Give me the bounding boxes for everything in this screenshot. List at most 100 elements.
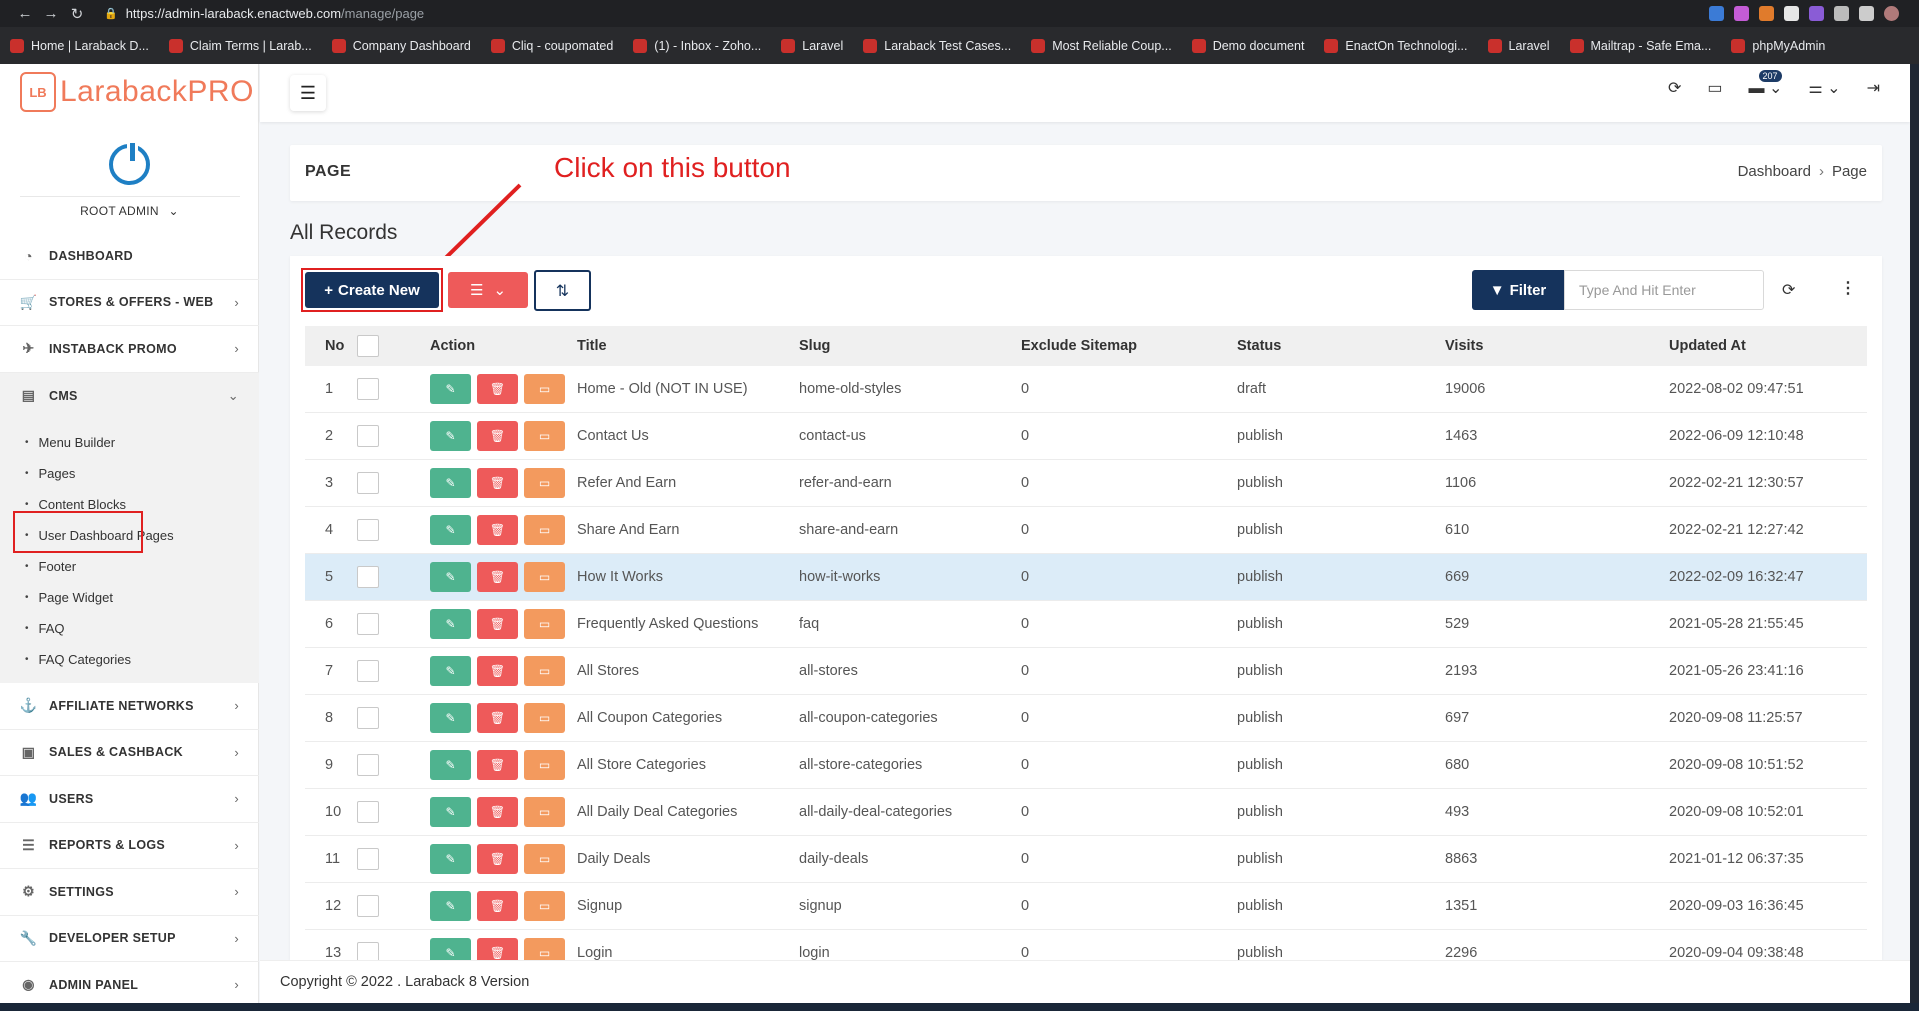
preview-button[interactable]: ▭ [524,515,565,545]
extension-icon[interactable] [1809,6,1824,21]
edit-button[interactable]: ✎ [430,938,471,960]
extension-icon[interactable] [1784,6,1799,21]
submenu-item[interactable]: Footer [0,551,259,582]
preview-button[interactable]: ▭ [524,703,565,733]
edit-button[interactable]: ✎ [430,844,471,874]
sort-button[interactable]: ⇅ [534,270,591,311]
sidebar-item-affiliate-networks[interactable]: ⚓ AFFILIATE NETWORKS › [0,683,259,730]
edit-button[interactable]: ✎ [430,703,471,733]
create-new-button[interactable]: + Create New [305,272,439,308]
delete-button[interactable]: 🗑 [477,844,518,874]
profile-avatar[interactable] [1884,6,1899,21]
address-bar[interactable]: 🔒 https://admin-laraback.enactweb.com/ma… [104,3,1404,24]
delete-button[interactable]: 🗑 [477,609,518,639]
scrollbar[interactable] [1910,64,1919,1011]
preview-button[interactable]: ▭ [524,562,565,592]
sidebar-item-users[interactable]: 👥 USERS › [0,776,259,823]
row-checkbox[interactable] [357,472,379,494]
edit-button[interactable]: ✎ [430,750,471,780]
bookmark-item[interactable]: Laraback Test Cases... [863,38,1011,53]
kebab-menu-icon[interactable]: ⋮ [1840,278,1856,298]
table-row[interactable]: 4 ✎ 🗑 ▭ Share And Earn share-and-earn 0 publish… [305,507,1867,554]
preview-button[interactable]: ▭ [524,844,565,874]
preview-button[interactable]: ▭ [524,797,565,827]
row-checkbox[interactable] [357,848,379,870]
sidebar-item-stores-offers-web[interactable]: 🛒 STORES & OFFERS - WEB › [0,280,259,326]
search-input[interactable] [1564,270,1764,310]
edit-button[interactable]: ✎ [430,515,471,545]
table-row[interactable]: 6 ✎ 🗑 ▭ Frequently Asked Questions faq 0 publis… [305,601,1867,648]
delete-button[interactable]: 🗑 [477,468,518,498]
row-checkbox[interactable] [357,707,379,729]
delete-button[interactable]: 🗑 [477,515,518,545]
refresh-icon[interactable]: ⟳ [1668,78,1681,98]
hamburger-icon[interactable]: ☰ [290,75,326,111]
delete-button[interactable]: 🗑 [477,421,518,451]
table-row[interactable]: 13 ✎ 🗑 ▭ Login login 0 publish 2296 2020-09-04 09… [305,930,1867,960]
back-icon[interactable]: ← [12,5,38,22]
logo[interactable]: LB LarabackPRO [20,72,254,112]
edit-button[interactable]: ✎ [430,891,471,921]
edit-button[interactable]: ✎ [430,609,471,639]
sidebar-item-sales-cashback[interactable]: ▣ SALES & CASHBACK › [0,730,259,776]
table-row[interactable]: 12 ✎ 🗑 ▭ Signup signup 0 publish 1351 2020-09-03 … [305,883,1867,930]
bulk-actions-button[interactable]: ☰ ⌄ [448,272,528,308]
table-row[interactable]: 5 ✎ 🗑 ▭ How It Works how-it-works 0 publish 669 2… [305,554,1867,601]
preview-button[interactable]: ▭ [524,656,565,686]
header-slug[interactable]: Slug [799,338,1021,354]
sidebar-item-dashboard[interactable]: ◔ DASHBOARD [0,233,259,280]
bookmark-item[interactable]: Most Reliable Coup... [1031,38,1172,53]
bookmark-item[interactable]: Laravel [781,38,843,53]
preview-button[interactable]: ▭ [524,374,565,404]
submenu-item[interactable]: Menu Builder [0,427,259,458]
delete-button[interactable]: 🗑 [477,703,518,733]
edit-button[interactable]: ✎ [430,562,471,592]
bookmark-item[interactable]: Mailtrap - Safe Ema... [1569,38,1711,53]
bookmark-item[interactable]: Demo document [1191,38,1304,53]
sidebar-item-developer-setup[interactable]: 🔧 DEVELOPER SETUP › [0,916,259,962]
delete-button[interactable]: 🗑 [477,656,518,686]
sidebar-item-admin-panel[interactable]: ◉ ADMIN PANEL › [0,962,259,1009]
table-row[interactable]: 1 ✎ 🗑 ▭ Home - Old (NOT IN USE) home-old-styl… [305,366,1867,413]
row-checkbox[interactable] [357,519,379,541]
bookmark-item[interactable]: Laravel [1487,38,1550,53]
settings-sliders-icon[interactable]: ⚌ ⌄ [1808,78,1840,98]
user-menu[interactable]: ROOT ADMIN ⌄ [0,204,259,218]
extension-icon[interactable] [1734,6,1749,21]
bookmark-item[interactable]: Cliq - coupomated [490,38,613,53]
bookmark-item[interactable]: Company Dashboard [331,38,471,53]
sidebar-item-instaback-promo[interactable]: ✈ INSTABACK PROMO › [0,326,259,373]
delete-button[interactable]: 🗑 [477,562,518,592]
table-row[interactable]: 7 ✎ 🗑 ▭ All Stores all-stores 0 publish 2193 2021… [305,648,1867,695]
edit-button[interactable]: ✎ [430,656,471,686]
puzzle-icon[interactable] [1859,6,1874,21]
preview-button[interactable]: ▭ [524,891,565,921]
submenu-item[interactable]: FAQ Categories [0,644,259,675]
bookmark-item[interactable]: (1) - Inbox - Zoho... [633,38,761,53]
edit-button[interactable]: ✎ [430,374,471,404]
bookmark-item[interactable]: EnactOn Technologi... [1324,38,1468,53]
refresh-icon[interactable]: ⟳ [1782,280,1795,300]
edit-button[interactable]: ✎ [430,421,471,451]
header-title[interactable]: Title [577,338,799,354]
notification-button[interactable]: ▬ 207 ⌄ [1749,70,1782,98]
forward-icon[interactable]: → [38,5,64,22]
header-exclude-sitemap[interactable]: Exclude Sitemap [1021,338,1237,354]
table-row[interactable]: 2 ✎ 🗑 ▭ Contact Us contact-us 0 publish 1463 2022… [305,413,1867,460]
edit-button[interactable]: ✎ [430,468,471,498]
header-status[interactable]: Status [1237,338,1445,354]
row-checkbox[interactable] [357,378,379,400]
delete-button[interactable]: 🗑 [477,938,518,960]
sidebar-item-cms[interactable]: ▤ CMS ⌄ [0,373,259,420]
row-checkbox[interactable] [357,660,379,682]
sidebar-item-reports-logs[interactable]: ☰ REPORTS & LOGS › [0,823,259,869]
table-row[interactable]: 8 ✎ 🗑 ▭ All Coupon Categories all-coupon-cate… [305,695,1867,742]
table-row[interactable]: 10 ✎ 🗑 ▭ All Daily Deal Categories all-daily-… [305,789,1867,836]
header-updated-at[interactable]: Updated At [1669,338,1849,354]
submenu-item[interactable]: FAQ [0,613,259,644]
filter-button[interactable]: ▼ Filter [1472,270,1564,310]
extension-icon[interactable] [1834,6,1849,21]
delete-button[interactable]: 🗑 [477,891,518,921]
delete-button[interactable]: 🗑 [477,797,518,827]
extension-icon[interactable] [1759,6,1774,21]
